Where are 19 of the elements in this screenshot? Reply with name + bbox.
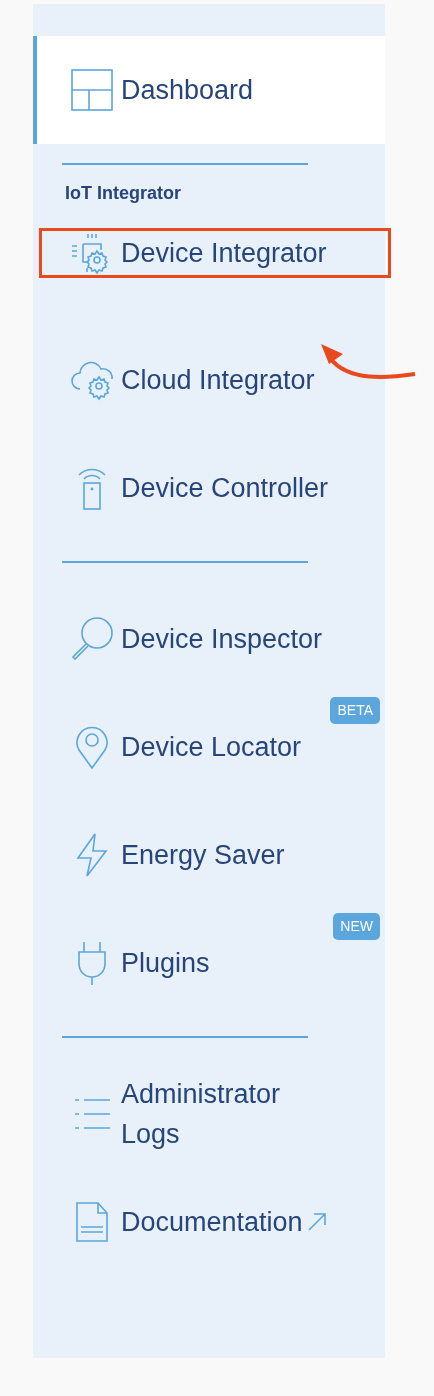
section-heading: IoT Integrator bbox=[65, 183, 182, 203]
lightning-icon bbox=[75, 832, 109, 878]
search-icon bbox=[69, 616, 115, 662]
sidebar-item[interactable]: Documentation bbox=[33, 1168, 385, 1276]
badge: NEW bbox=[333, 913, 380, 940]
sidebar-item[interactable]: Administrator Logs bbox=[33, 1060, 385, 1168]
cloud-gear-icon bbox=[70, 359, 114, 401]
document-icon bbox=[75, 1201, 109, 1243]
sidebar-item[interactable]: Device Inspector bbox=[33, 585, 385, 693]
plug-icon bbox=[75, 940, 109, 986]
sidebar-item[interactable]: Energy Saver bbox=[33, 801, 385, 909]
list-icon bbox=[74, 1096, 110, 1132]
sidebar-item[interactable]: Device Integrator bbox=[39, 228, 391, 278]
sidebar-item[interactable]: Cloud Integrator bbox=[33, 326, 385, 434]
location-pin-icon bbox=[74, 724, 110, 770]
layout-icon bbox=[71, 69, 113, 111]
sidebar-item[interactable]: Device Controller bbox=[33, 434, 385, 542]
badge: BETA bbox=[330, 697, 380, 724]
sidebar-item[interactable]: Dashboard bbox=[33, 36, 385, 144]
